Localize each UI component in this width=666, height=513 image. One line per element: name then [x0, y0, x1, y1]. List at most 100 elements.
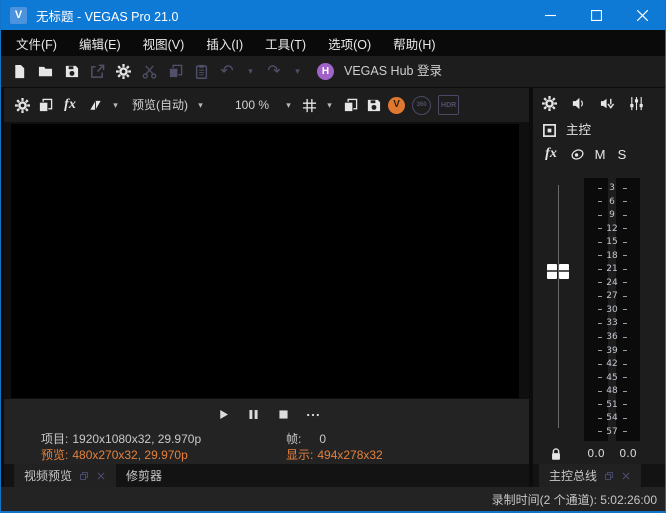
- preview-value: 480x270x32, 29.970p: [72, 448, 187, 462]
- fader-lock-icon[interactable]: [548, 446, 564, 462]
- external-monitor-icon[interactable]: [37, 97, 53, 113]
- main-toolbar: ↶ ▾ ↷ ▾ H VEGAS Hub 登录: [1, 56, 665, 87]
- tab-restore-icon[interactable]: [603, 470, 614, 481]
- pause-button[interactable]: [245, 407, 261, 423]
- downmix-output-icon[interactable]: [599, 95, 615, 111]
- mixer-controls-icon[interactable]: [628, 95, 644, 111]
- mixer-properties-icon[interactable]: [541, 95, 557, 111]
- mixer-toolbar: [533, 88, 665, 118]
- meter-scale-label: 57: [582, 427, 642, 437]
- preview-status: 项目:1920x1080x32, 29.970p 预览:480x270x32, …: [4, 430, 529, 464]
- solo-button[interactable]: S: [615, 146, 629, 162]
- project-format-row: 项目:1920x1080x32, 29.970p: [41, 431, 201, 447]
- meter-scale-label: 12: [582, 224, 642, 234]
- tab-master-bus[interactable]: 主控总线: [539, 464, 641, 487]
- preview-format-row: 预览:480x270x32, 29.970p: [41, 447, 201, 463]
- bus-automation-icon[interactable]: [569, 146, 585, 162]
- menu-options[interactable]: 选项(O): [317, 34, 382, 53]
- tab-video-preview[interactable]: 视频预览: [14, 464, 116, 487]
- preview-quality-dropdown-icon[interactable]: ▾: [195, 97, 206, 113]
- meter-scale-label: 51: [582, 400, 642, 410]
- cut-icon[interactable]: [141, 64, 157, 80]
- vegas-hub-badge[interactable]: H: [317, 63, 334, 80]
- more-transport-icon[interactable]: [305, 407, 321, 423]
- frame-value: 0: [319, 432, 326, 446]
- menu-help[interactable]: 帮助(H): [382, 34, 446, 53]
- window-controls: [527, 0, 665, 30]
- preview-hdr-icon[interactable]: HDR: [438, 95, 459, 115]
- menu-bar: 文件(F)编辑(E)视图(V)插入(I)工具(T)选项(O)帮助(H): [1, 30, 665, 56]
- meter-scale-label: 54: [582, 413, 642, 423]
- menu-edit[interactable]: 编辑(E): [68, 34, 132, 53]
- record-time: 录制时间(2 个通道): 5:02:26:00: [492, 491, 657, 508]
- menu-insert[interactable]: 插入(I): [195, 34, 254, 53]
- project-properties-icon[interactable]: [115, 64, 131, 80]
- bus-fx-icon[interactable]: fx: [541, 146, 561, 162]
- meter-value-right: 0.0: [616, 447, 640, 460]
- save-snapshot-icon[interactable]: [365, 97, 381, 113]
- title-bar: V 无标题 - VEGAS Pro 21.0: [1, 0, 665, 30]
- redo-dropdown-icon[interactable]: ▾: [292, 64, 303, 80]
- tab-label: 视频预览: [24, 467, 72, 484]
- preview-tab-bar: 视频预览 修剪器: [4, 464, 529, 487]
- close-button[interactable]: [619, 0, 665, 30]
- frame-label: 帧:: [286, 432, 301, 446]
- new-project-icon[interactable]: [11, 64, 27, 80]
- split-screen-view-icon[interactable]: [87, 97, 103, 113]
- meter-scale-label: 39: [582, 346, 642, 356]
- tab-restore-icon[interactable]: [78, 470, 89, 481]
- meter-scale-label: 9: [582, 210, 642, 220]
- transport-controls: [4, 399, 529, 430]
- preview-settings-icon[interactable]: [14, 97, 30, 113]
- zoom-level-label[interactable]: 100 %: [235, 97, 269, 113]
- app-logo[interactable]: V: [10, 7, 27, 24]
- redo-icon[interactable]: ↷: [266, 64, 282, 80]
- zoom-dropdown-icon[interactable]: ▾: [283, 97, 294, 113]
- master-bus-label: 主控: [566, 122, 591, 138]
- vegas-hub-login-label[interactable]: VEGAS Hub 登录: [344, 64, 442, 80]
- display-value: 494x278x32: [317, 448, 382, 462]
- video-output-fx-icon[interactable]: fx: [60, 97, 80, 113]
- paste-icon[interactable]: [193, 64, 209, 80]
- split-screen-dropdown-icon[interactable]: ▾: [110, 97, 121, 113]
- stop-button[interactable]: [275, 407, 291, 423]
- tab-trimmer[interactable]: 修剪器: [116, 464, 172, 487]
- meter-footer: 0.0 0.0: [533, 444, 665, 464]
- preview-360-icon[interactable]: 360: [412, 96, 431, 115]
- grid-overlay-icon[interactable]: [301, 97, 317, 113]
- menu-file[interactable]: 文件(F): [5, 34, 68, 53]
- undo-dropdown-icon[interactable]: ▾: [245, 64, 256, 80]
- vegas-capture-badge[interactable]: V: [388, 97, 405, 114]
- copy-icon[interactable]: [167, 64, 183, 80]
- mute-button[interactable]: M: [593, 146, 607, 162]
- minimize-button[interactable]: [527, 0, 573, 30]
- video-area: [4, 122, 529, 399]
- master-bus-icon[interactable]: [541, 122, 557, 138]
- save-project-icon[interactable]: [63, 64, 79, 80]
- meter-scale-label: 36: [582, 332, 642, 342]
- menu-tools[interactable]: 工具(T): [254, 34, 317, 53]
- display-row: 显示:494x278x32: [286, 447, 383, 463]
- mixer-panel: 主控 fxMS 36912151821242730333639424548515…: [533, 88, 665, 487]
- tab-label: 主控总线: [549, 467, 597, 484]
- grid-dropdown-icon[interactable]: ▾: [324, 97, 335, 113]
- tab-close-icon[interactable]: [620, 470, 631, 481]
- master-bus-row: 主控: [533, 118, 665, 142]
- open-project-icon[interactable]: [37, 64, 53, 80]
- share-upload-icon[interactable]: [89, 64, 105, 80]
- preview-quality-label[interactable]: 预览(自动): [132, 97, 188, 113]
- fader-track: [558, 185, 559, 428]
- volume-fader-handle[interactable]: [547, 264, 570, 279]
- mixer-tab-bar: 主控总线: [533, 464, 665, 487]
- tab-close-icon[interactable]: [95, 470, 106, 481]
- undo-icon[interactable]: ↶: [219, 64, 235, 80]
- insert-bus-icon[interactable]: [570, 95, 586, 111]
- maximize-button[interactable]: [573, 0, 619, 30]
- copy-snapshot-icon[interactable]: [342, 97, 358, 113]
- preview-toolbar: fx ▾ 预览(自动) ▾ 100 % ▾ ▾ V 360 HDR: [4, 88, 529, 122]
- meter-scale-label: 24: [582, 278, 642, 288]
- play-button[interactable]: [215, 407, 231, 423]
- meter-value-left: 0.0: [584, 447, 608, 460]
- vegas-window: V 无标题 - VEGAS Pro 21.0 文件(F)编辑(E)视图(V)插入…: [0, 0, 666, 513]
- menu-view[interactable]: 视图(V): [132, 34, 196, 53]
